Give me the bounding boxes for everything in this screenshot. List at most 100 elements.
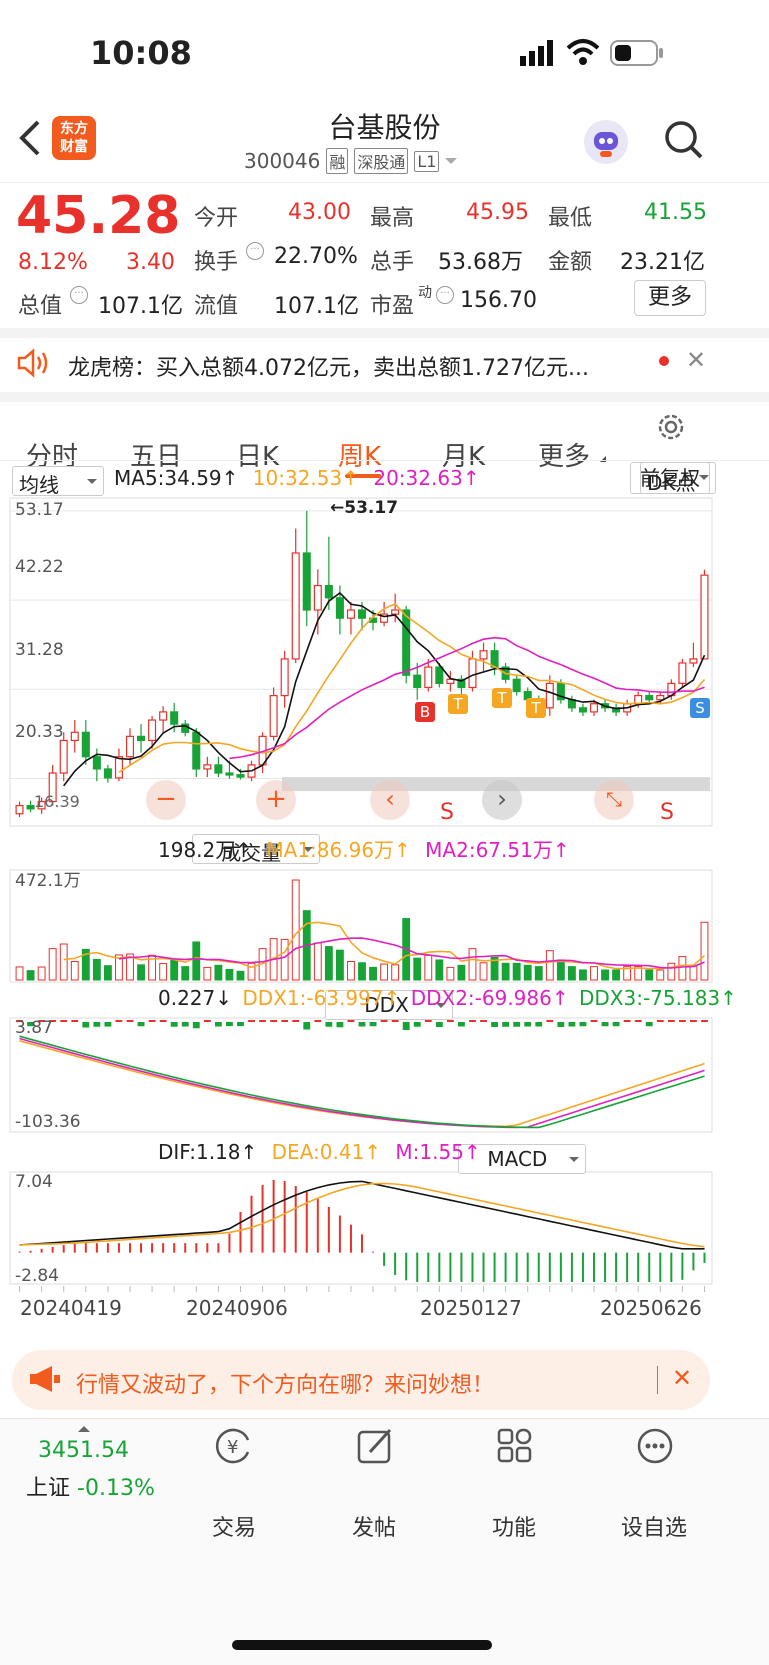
dif-value: DIF:1.18 (158, 1140, 241, 1164)
candle (92, 756, 101, 770)
ma-values: MA5:34.59↑ 10:32.53↑ 20:32.63↑ (114, 466, 480, 490)
nav-post[interactable]: 发帖 (304, 1510, 444, 1542)
candle (479, 650, 488, 660)
kline-chart (9, 497, 713, 827)
volume-bar (26, 970, 35, 981)
caret-down-icon[interactable] (445, 158, 458, 170)
trade-icon[interactable]: ¥ (214, 1426, 254, 1470)
volume-ymax: 472.1万 (15, 871, 81, 891)
ddx-bar (612, 1022, 620, 1027)
volume-bar (523, 964, 532, 981)
ddx-bar (645, 1022, 653, 1027)
volume-bar (479, 962, 488, 981)
volume-bar (313, 942, 322, 981)
more-button[interactable]: 更多 (634, 280, 706, 316)
label-high: 最高 (370, 206, 415, 231)
volume-bar (59, 943, 68, 981)
volume-bar (103, 965, 112, 981)
tab-more[interactable]: 更多 (538, 436, 590, 473)
candle (424, 666, 433, 689)
label-pe: 市盈 (370, 294, 415, 319)
fullscreen-icon[interactable]: ⤡ (594, 780, 634, 820)
candle (192, 731, 201, 770)
banner-text[interactable]: 行情又波动了，下个方向在哪？来问妙想！ (76, 1367, 494, 1399)
close-icon[interactable]: ✕ (686, 346, 706, 374)
more-dots-icon[interactable] (636, 1426, 676, 1470)
candle (313, 584, 322, 611)
banner-close-icon[interactable]: ✕ (672, 1364, 692, 1392)
t-marker[interactable]: T (492, 688, 512, 708)
ddx-bar (137, 1022, 145, 1027)
ddx-bar (590, 1020, 598, 1022)
ddx-bar (214, 1022, 222, 1027)
candle (291, 552, 300, 660)
ddx-bar (391, 1020, 399, 1022)
search-icon[interactable] (664, 120, 704, 164)
macd-chart (9, 1171, 713, 1292)
zoom-in-button[interactable]: + (256, 780, 296, 820)
ddx-bar (402, 1022, 410, 1030)
ddx-bar (579, 1022, 587, 1027)
scroll-right-button[interactable]: › (482, 780, 522, 820)
info-icon[interactable]: ··· (246, 242, 264, 260)
candle (357, 609, 367, 619)
ddx1-line (19, 1040, 705, 1128)
nav-function[interactable]: 功能 (444, 1510, 584, 1542)
candle (137, 735, 146, 742)
dea-value: DEA:0.41 (271, 1140, 365, 1164)
nav-add-watchlist[interactable]: 设自选 (584, 1510, 724, 1542)
nav-trade[interactable]: 交易 (164, 1510, 304, 1542)
ddx-bar (104, 1022, 112, 1027)
ddx-bar (446, 1020, 454, 1022)
ddx-bar (424, 1020, 432, 1022)
ddx-bar (292, 1020, 300, 1022)
notice-text[interactable]: 龙虎榜：买入总额4.072亿元，卖出总额1.727亿元... (68, 350, 589, 382)
volume-bar (567, 966, 576, 981)
scroll-left-button[interactable]: ‹ (370, 780, 410, 820)
candle (446, 678, 455, 684)
volume-ma1-line (63, 921, 706, 970)
sell-marker[interactable]: S (690, 698, 710, 718)
value-pe: 156.70 (460, 288, 537, 313)
chart-area[interactable] (0, 496, 769, 1346)
zoom-out-button[interactable]: − (146, 780, 186, 820)
adjust-button[interactable]: 前复权 (630, 462, 710, 494)
candle (589, 703, 599, 713)
ddx-bar (557, 1022, 565, 1027)
indicator-select-ma[interactable]: 均线 (12, 466, 104, 497)
ddx-bar (336, 1022, 344, 1028)
volume-bar (225, 968, 234, 981)
robot-assistant-icon[interactable] (584, 120, 628, 164)
volume-bar (700, 921, 709, 981)
ddx-bar (601, 1022, 609, 1027)
buy-marker[interactable]: B (415, 702, 435, 722)
index-value[interactable]: 3451.54 (38, 1438, 129, 1463)
function-icon[interactable] (496, 1426, 536, 1470)
settings-gear-icon[interactable] (656, 412, 686, 446)
candle (269, 695, 278, 737)
volume-bar (689, 965, 698, 981)
ytick-4: 20.33 (15, 722, 64, 742)
t-marker[interactable]: T (448, 694, 468, 714)
candle (700, 574, 709, 660)
ddx-bar (325, 1022, 333, 1027)
index-ticker[interactable]: 上证 -0.13% (26, 1470, 155, 1502)
ddx-bar (634, 1020, 642, 1022)
change-amount: 3.40 (126, 250, 175, 275)
megaphone-icon (28, 1364, 62, 1398)
info-icon[interactable]: ··· (436, 286, 454, 304)
t-marker[interactable]: T (526, 698, 546, 718)
value-volume: 53.68万 (438, 250, 523, 275)
volume-ma2: MA2:67.51万 (425, 838, 553, 862)
ddx-chart (9, 1017, 713, 1133)
candle (490, 650, 499, 668)
ddx3-line (19, 1035, 705, 1129)
macd-values: DIF:1.18↑ DEA:0.41↑ M:1.55↑ (158, 1140, 481, 1164)
post-icon[interactable] (356, 1426, 396, 1470)
ddx-ymax: 3.87 (15, 1018, 53, 1038)
ddx-bar (82, 1022, 90, 1028)
volume-bar (545, 950, 554, 981)
info-icon[interactable]: ··· (70, 286, 88, 304)
candle (402, 609, 411, 676)
volume-bar (15, 966, 24, 981)
